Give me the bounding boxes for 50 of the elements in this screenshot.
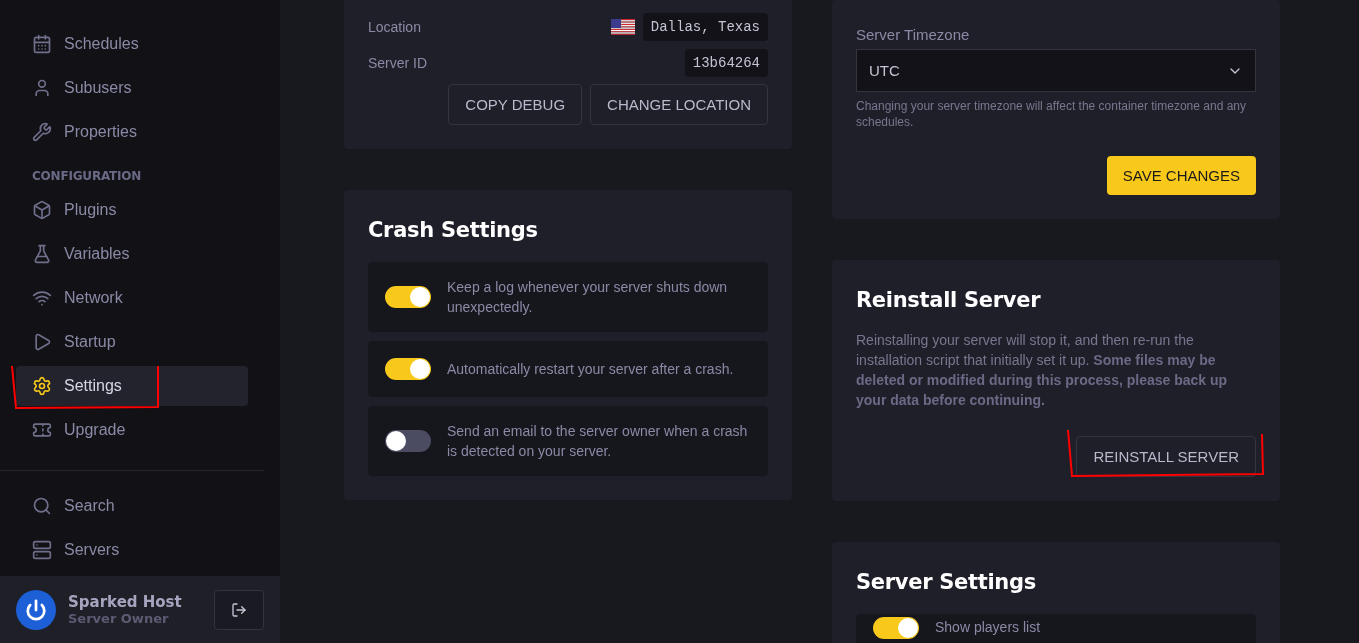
- sidebar-item[interactable]: Servers: [0, 528, 264, 572]
- info-label: Server ID: [368, 55, 428, 71]
- sidebar-item[interactable]: Schedules: [0, 22, 280, 66]
- sidebar-item[interactable]: Subusers: [0, 66, 280, 110]
- sidebar-item[interactable]: Network: [0, 276, 280, 320]
- toggle-label: Keep a log whenever your server shuts down unexpectedly.: [447, 278, 729, 317]
- sidebar-item[interactable]: Properties: [0, 110, 280, 154]
- info-value: 13b64264: [684, 49, 768, 77]
- nav-icon: [32, 288, 52, 308]
- logout-icon: [231, 601, 247, 618]
- nav-icon: [32, 376, 52, 396]
- toggle-label: Automatically restart your server after a crash.: [447, 360, 734, 379]
- nav-icon: [32, 122, 52, 142]
- nav-icon: [32, 540, 52, 560]
- warning-text: Reinstalling your server will stop it, and then re-run the installation script that initially set it up. Some files may be deleted or modified during this process, please back up your data before continuing.: [856, 331, 1229, 410]
- info-value: Dallas, Texas: [642, 13, 768, 41]
- card-title: Server Settings: [856, 569, 1037, 596]
- action-button[interactable]: COPY DEBUG: [448, 84, 583, 125]
- user-role: Server Owner: [68, 611, 170, 626]
- toggle-label: Send an email to the server owner when a crash is detected on your server.: [447, 422, 749, 461]
- avatar: [16, 589, 56, 630]
- toggle-switch[interactable]: [385, 430, 431, 452]
- sidebar-item[interactable]: Variables: [0, 232, 280, 276]
- toggle-switch[interactable]: [385, 358, 431, 380]
- nav-icon: [32, 244, 52, 264]
- user-name: Sparked Host: [68, 593, 182, 611]
- sidebar-item[interactable]: Plugins: [0, 188, 280, 232]
- nav-icon: [32, 420, 52, 440]
- section-heading: CONFIGURATION: [31, 168, 143, 185]
- help-text: Changing your server timezone will affect the container timezone and any schedules.: [856, 98, 1247, 130]
- timezone-select[interactable]: UTC: [856, 49, 1256, 92]
- save-button[interactable]: SAVE CHANGES: [1106, 156, 1256, 195]
- nav-icon: [32, 34, 52, 54]
- toggle-label: Show players list: [935, 618, 1041, 637]
- action-button[interactable]: CHANGE LOCATION: [590, 84, 768, 125]
- nav-icon: [32, 496, 52, 516]
- nav-icon: [32, 200, 52, 220]
- logout-button[interactable]: [214, 589, 264, 630]
- card-title: Reinstall Server: [856, 287, 1042, 314]
- card-title: Crash Settings: [368, 217, 539, 244]
- nav-icon: [32, 78, 52, 98]
- sidebar-item[interactable]: Upgrade: [0, 408, 280, 452]
- toggle-switch[interactable]: [385, 286, 431, 308]
- sidebar-item[interactable]: Search: [0, 484, 264, 528]
- info-label: Location: [368, 19, 421, 35]
- reinstall-button[interactable]: REINSTALL SERVER: [1076, 436, 1256, 477]
- toggle-switch[interactable]: [873, 617, 919, 639]
- field-label: Server Timezone: [856, 25, 971, 45]
- nav-icon: [32, 332, 52, 352]
- sidebar-item[interactable]: Startup: [0, 320, 280, 364]
